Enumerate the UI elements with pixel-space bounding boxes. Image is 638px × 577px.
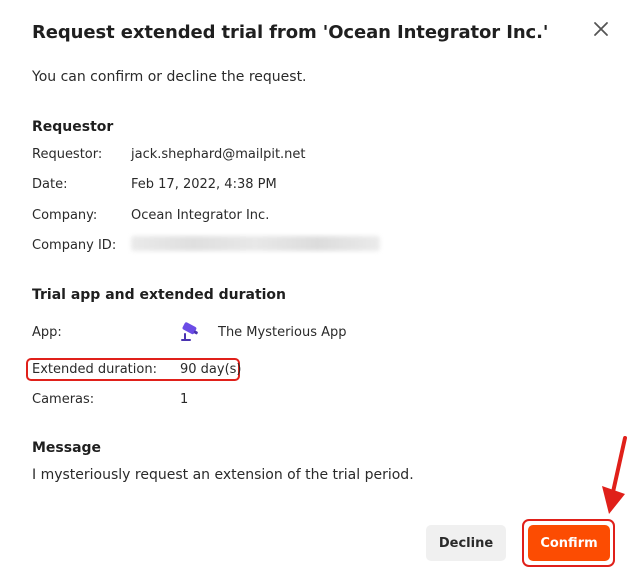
app-name: The Mysterious App <box>218 325 347 340</box>
cameras-value: 1 <box>180 392 189 407</box>
requestor-label: Requestor: <box>32 147 103 162</box>
company-value: Ocean Integrator Inc. <box>131 208 270 223</box>
company-id-redacted <box>131 236 380 251</box>
arrow-icon <box>602 436 627 514</box>
duration-value: 90 day(s) <box>180 362 242 377</box>
app-label: App: <box>32 325 62 340</box>
requestor-heading: Requestor <box>32 119 114 135</box>
requestor-email: jack.shephard@mailpit.net <box>131 147 306 162</box>
dialog-title: Request extended trial from 'Ocean Integ… <box>32 22 549 43</box>
company-label: Company: <box>32 208 98 223</box>
message-text: I mysteriously request an extension of t… <box>32 467 414 483</box>
decline-button[interactable]: Decline <box>426 525 506 561</box>
camera-app-icon <box>181 322 198 341</box>
trial-heading: Trial app and extended duration <box>32 287 287 303</box>
message-heading: Message <box>32 440 102 456</box>
duration-label: Extended duration: <box>32 362 157 377</box>
company-id-label: Company ID: <box>32 238 117 253</box>
close-icon[interactable] <box>591 19 611 39</box>
confirm-button[interactable]: Confirm <box>528 525 610 561</box>
cameras-label: Cameras: <box>32 392 95 407</box>
dialog-intro: You can confirm or decline the request. <box>32 69 307 85</box>
extended-trial-dialog: Request extended trial from 'Ocean Integ… <box>0 0 638 577</box>
date-label: Date: <box>32 177 68 192</box>
date-value: Feb 17, 2022, 4:38 PM <box>131 177 277 192</box>
